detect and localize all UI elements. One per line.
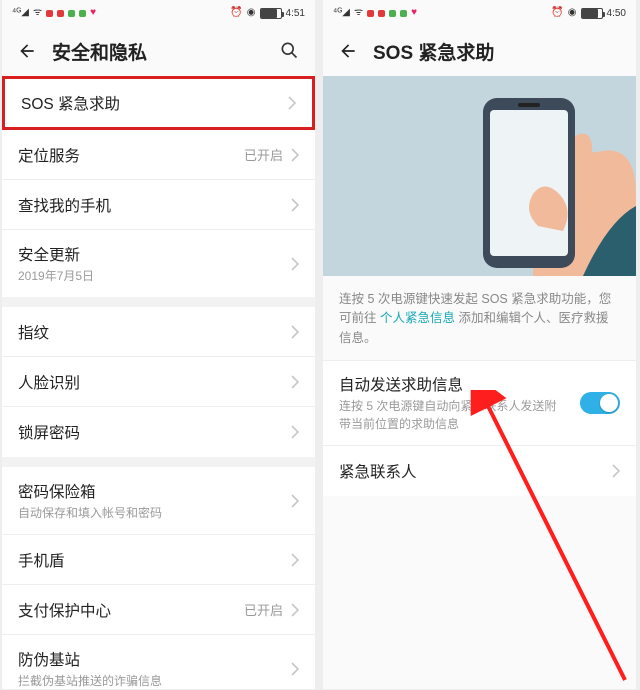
signal-icon: ⁴ᴳ◢ [12,8,29,18]
chevron-right-icon [291,198,299,212]
settings-row[interactable]: SOS 紧急求助 [2,76,315,130]
notif-dot [400,10,407,17]
phone-right-sos: ⁴ᴳ◢ ᯤ ♥ ⏰ ◉ 4:50 SOS 紧急求助 [323,0,636,689]
back-button[interactable] [16,40,38,62]
toggle-label: 自动发送求助信息 [339,373,568,395]
status-bar: ⁴ᴳ◢ ᯤ ♥ ⏰ ◉ 4:51 [2,0,315,26]
more-icon: ♥ [411,8,417,18]
row-label: 锁屏密码 [18,421,291,443]
settings-row[interactable]: 定位服务已开启 [2,130,315,180]
toggle-sub: 连按 5 次电源键自动向紧急联系人发送附带当前位置的求助信息 [339,398,568,433]
row-label: SOS 紧急求助 [21,92,288,114]
wifi-icon: ᯤ [33,8,42,18]
wifi-icon: ᯤ [354,8,363,18]
header: SOS 紧急求助 [323,26,636,76]
chevron-right-icon [291,494,299,508]
notif-dot [79,10,86,17]
sos-description: 连按 5 次电源键快速发起 SOS 紧急求助功能，您可前往 个人紧急信息 添加和… [323,276,636,360]
status-time: 4:51 [286,8,305,19]
phone-left-security-privacy: ⁴ᴳ◢ ᯤ ♥ ⏰ ◉ 4:51 安全和隐私 [2,0,315,689]
row-value: 已开启 [244,600,283,619]
settings-row[interactable]: 锁屏密码 [2,407,315,457]
row-label: 紧急联系人 [339,460,612,482]
row-label: 手机盾 [18,549,291,571]
chevron-right-icon [291,425,299,439]
row-value: 已开启 [244,145,283,164]
back-button[interactable] [337,40,359,62]
nfc-icon: ◉ [568,8,577,18]
notif-dot [378,10,385,17]
alarm-icon: ⏰ [551,8,563,18]
settings-row[interactable]: 安全更新 2019年7月5日 [2,230,315,297]
signal-icon: ⁴ᴳ◢ [333,8,350,18]
sos-hero-illustration [323,76,636,276]
row-label: 防伪基站 [18,648,291,670]
chevron-right-icon [291,375,299,389]
battery-icon [581,8,603,19]
battery-icon [260,8,282,19]
settings-row[interactable]: 支付保护中心已开启 [2,585,315,635]
page-title: 安全和隐私 [52,38,279,65]
row-sub: 2019年7月5日 [18,267,291,284]
settings-list: SOS 紧急求助定位服务已开启查找我的手机安全更新2019年7月5日指纹人脸识别… [2,76,315,689]
notif-dot [46,10,53,17]
row-label: 安全更新 [18,243,291,265]
settings-row[interactable]: 人脸识别 [2,357,315,407]
chevron-right-icon [612,464,620,478]
chevron-right-icon [291,148,299,162]
row-label: 密码保险箱 [18,480,291,502]
chevron-right-icon [291,603,299,617]
chevron-right-icon [291,553,299,567]
chevron-right-icon [288,96,296,110]
status-time: 4:50 [607,8,626,19]
row-label: 指纹 [18,321,291,343]
row-label: 定位服务 [18,144,244,166]
settings-row[interactable]: 查找我的手机 [2,180,315,230]
personal-emergency-info-link[interactable]: 个人紧急信息 [380,311,455,325]
section-gap [2,457,315,467]
chevron-right-icon [291,662,299,676]
alarm-icon: ⏰ [230,8,242,18]
row-label: 支付保护中心 [18,599,244,621]
section-gap [2,297,315,307]
auto-send-sos-row[interactable]: 自动发送求助信息 连按 5 次电源键自动向紧急联系人发送附带当前位置的求助信息 [323,360,636,446]
chevron-right-icon [291,257,299,271]
page-title: SOS 紧急求助 [373,38,622,65]
notif-dot [389,10,396,17]
settings-row[interactable]: 密码保险箱自动保存和填入帐号和密码 [2,467,315,535]
header: 安全和隐私 [2,26,315,76]
row-sub: 拦截伪基站推送的诈骗信息 [18,672,291,689]
row-label: 查找我的手机 [18,194,291,216]
status-bar: ⁴ᴳ◢ ᯤ ♥ ⏰ ◉ 4:50 [323,0,636,26]
notif-dot [367,10,374,17]
more-icon: ♥ [90,8,96,18]
settings-row[interactable]: 手机盾 [2,535,315,585]
notif-dot [68,10,75,17]
nfc-icon: ◉ [247,8,256,18]
search-button[interactable] [279,40,301,62]
chevron-right-icon [291,325,299,339]
row-label: 人脸识别 [18,371,291,393]
auto-send-sos-toggle[interactable] [580,392,620,414]
row-sub: 自动保存和填入帐号和密码 [18,504,291,521]
notif-dot [57,10,64,17]
settings-row[interactable]: 防伪基站拦截伪基站推送的诈骗信息 [2,635,315,689]
emergency-contacts-row[interactable]: 紧急联系人 [323,446,636,496]
settings-row[interactable]: 指纹 [2,307,315,357]
